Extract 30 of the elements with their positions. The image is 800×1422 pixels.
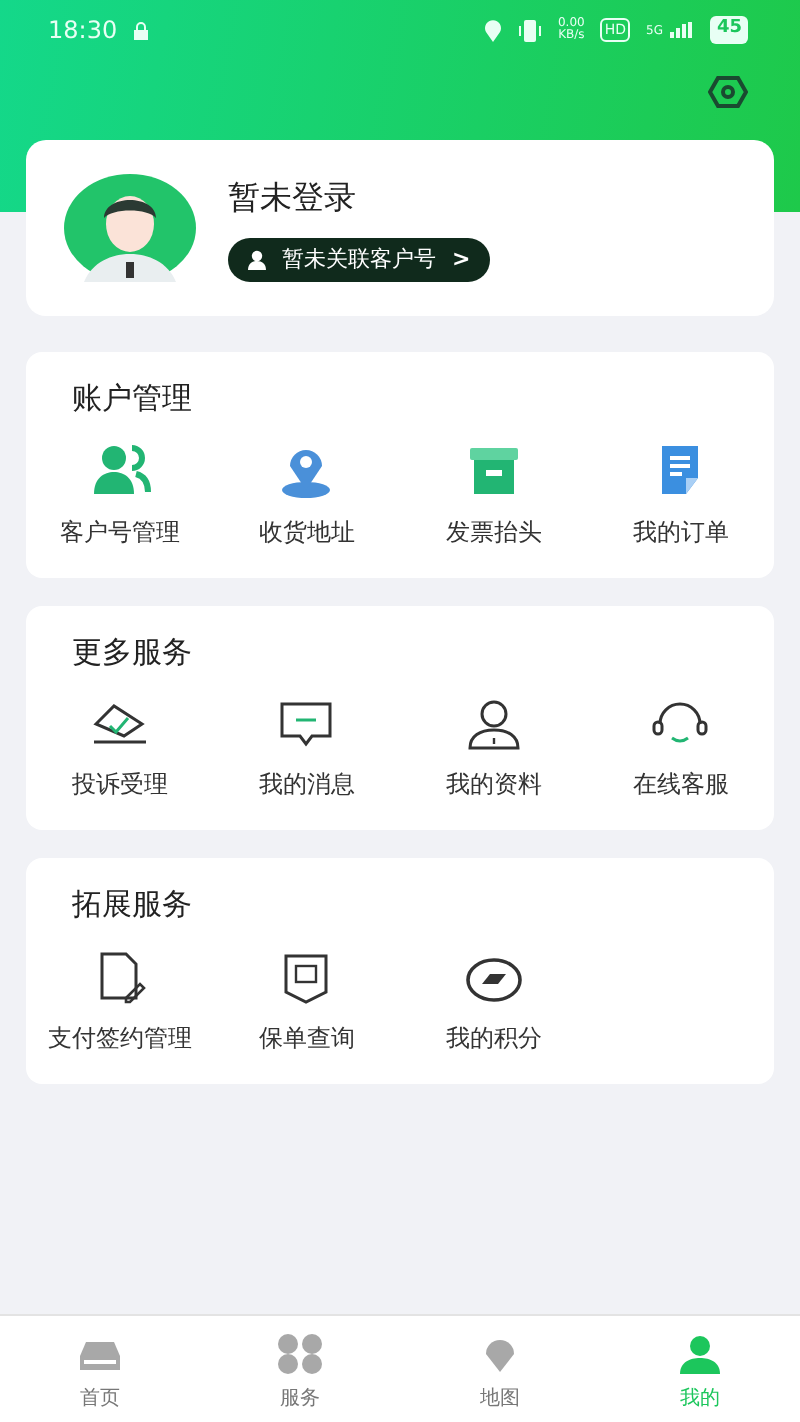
grid-icon <box>274 1332 326 1376</box>
vibrate-icon <box>517 19 542 41</box>
menu-item[interactable]: 支付签约管理 <box>26 947 213 1055</box>
person-icon <box>248 250 266 270</box>
lock-icon <box>133 21 148 39</box>
menu-item[interactable]: 我的消息 <box>213 694 400 802</box>
menu-item[interactable]: 我的订单 <box>587 441 774 549</box>
link-account-button[interactable]: 暂未关联客户号 > <box>228 237 491 283</box>
menu-item[interactable]: 收货地址 <box>213 441 400 549</box>
section-title: 拓展服务 <box>70 884 194 926</box>
section-title: 更多服务 <box>70 631 194 673</box>
status-time: 18:30 <box>48 14 118 48</box>
signal-icon <box>670 22 695 38</box>
tab-button[interactable]: 首页 <box>0 1316 200 1422</box>
menu-item[interactable]: 客户号管理 <box>26 441 213 549</box>
section-title: 账户管理 <box>70 378 194 420</box>
menu-item[interactable]: 发票抬头 <box>400 441 587 549</box>
menu-item[interactable]: 保单查询 <box>213 947 400 1055</box>
battery-level: 45 <box>710 16 748 44</box>
eye-icon[interactable] <box>708 76 748 108</box>
tab-button[interactable]: 服务 <box>200 1316 400 1422</box>
menu-item[interactable]: 在线客服 <box>587 694 774 802</box>
location-icon <box>483 19 502 41</box>
login-status: 暂未登录 <box>228 175 356 220</box>
user-icon <box>674 1332 726 1376</box>
menu-item[interactable]: 我的积分 <box>400 947 587 1055</box>
avatar-icon[interactable] <box>64 174 196 282</box>
menu-item[interactable]: 我的资料 <box>400 694 587 802</box>
tab-button[interactable]: 地图 <box>400 1316 600 1422</box>
menu-item[interactable]: 投诉受理 <box>26 694 213 802</box>
